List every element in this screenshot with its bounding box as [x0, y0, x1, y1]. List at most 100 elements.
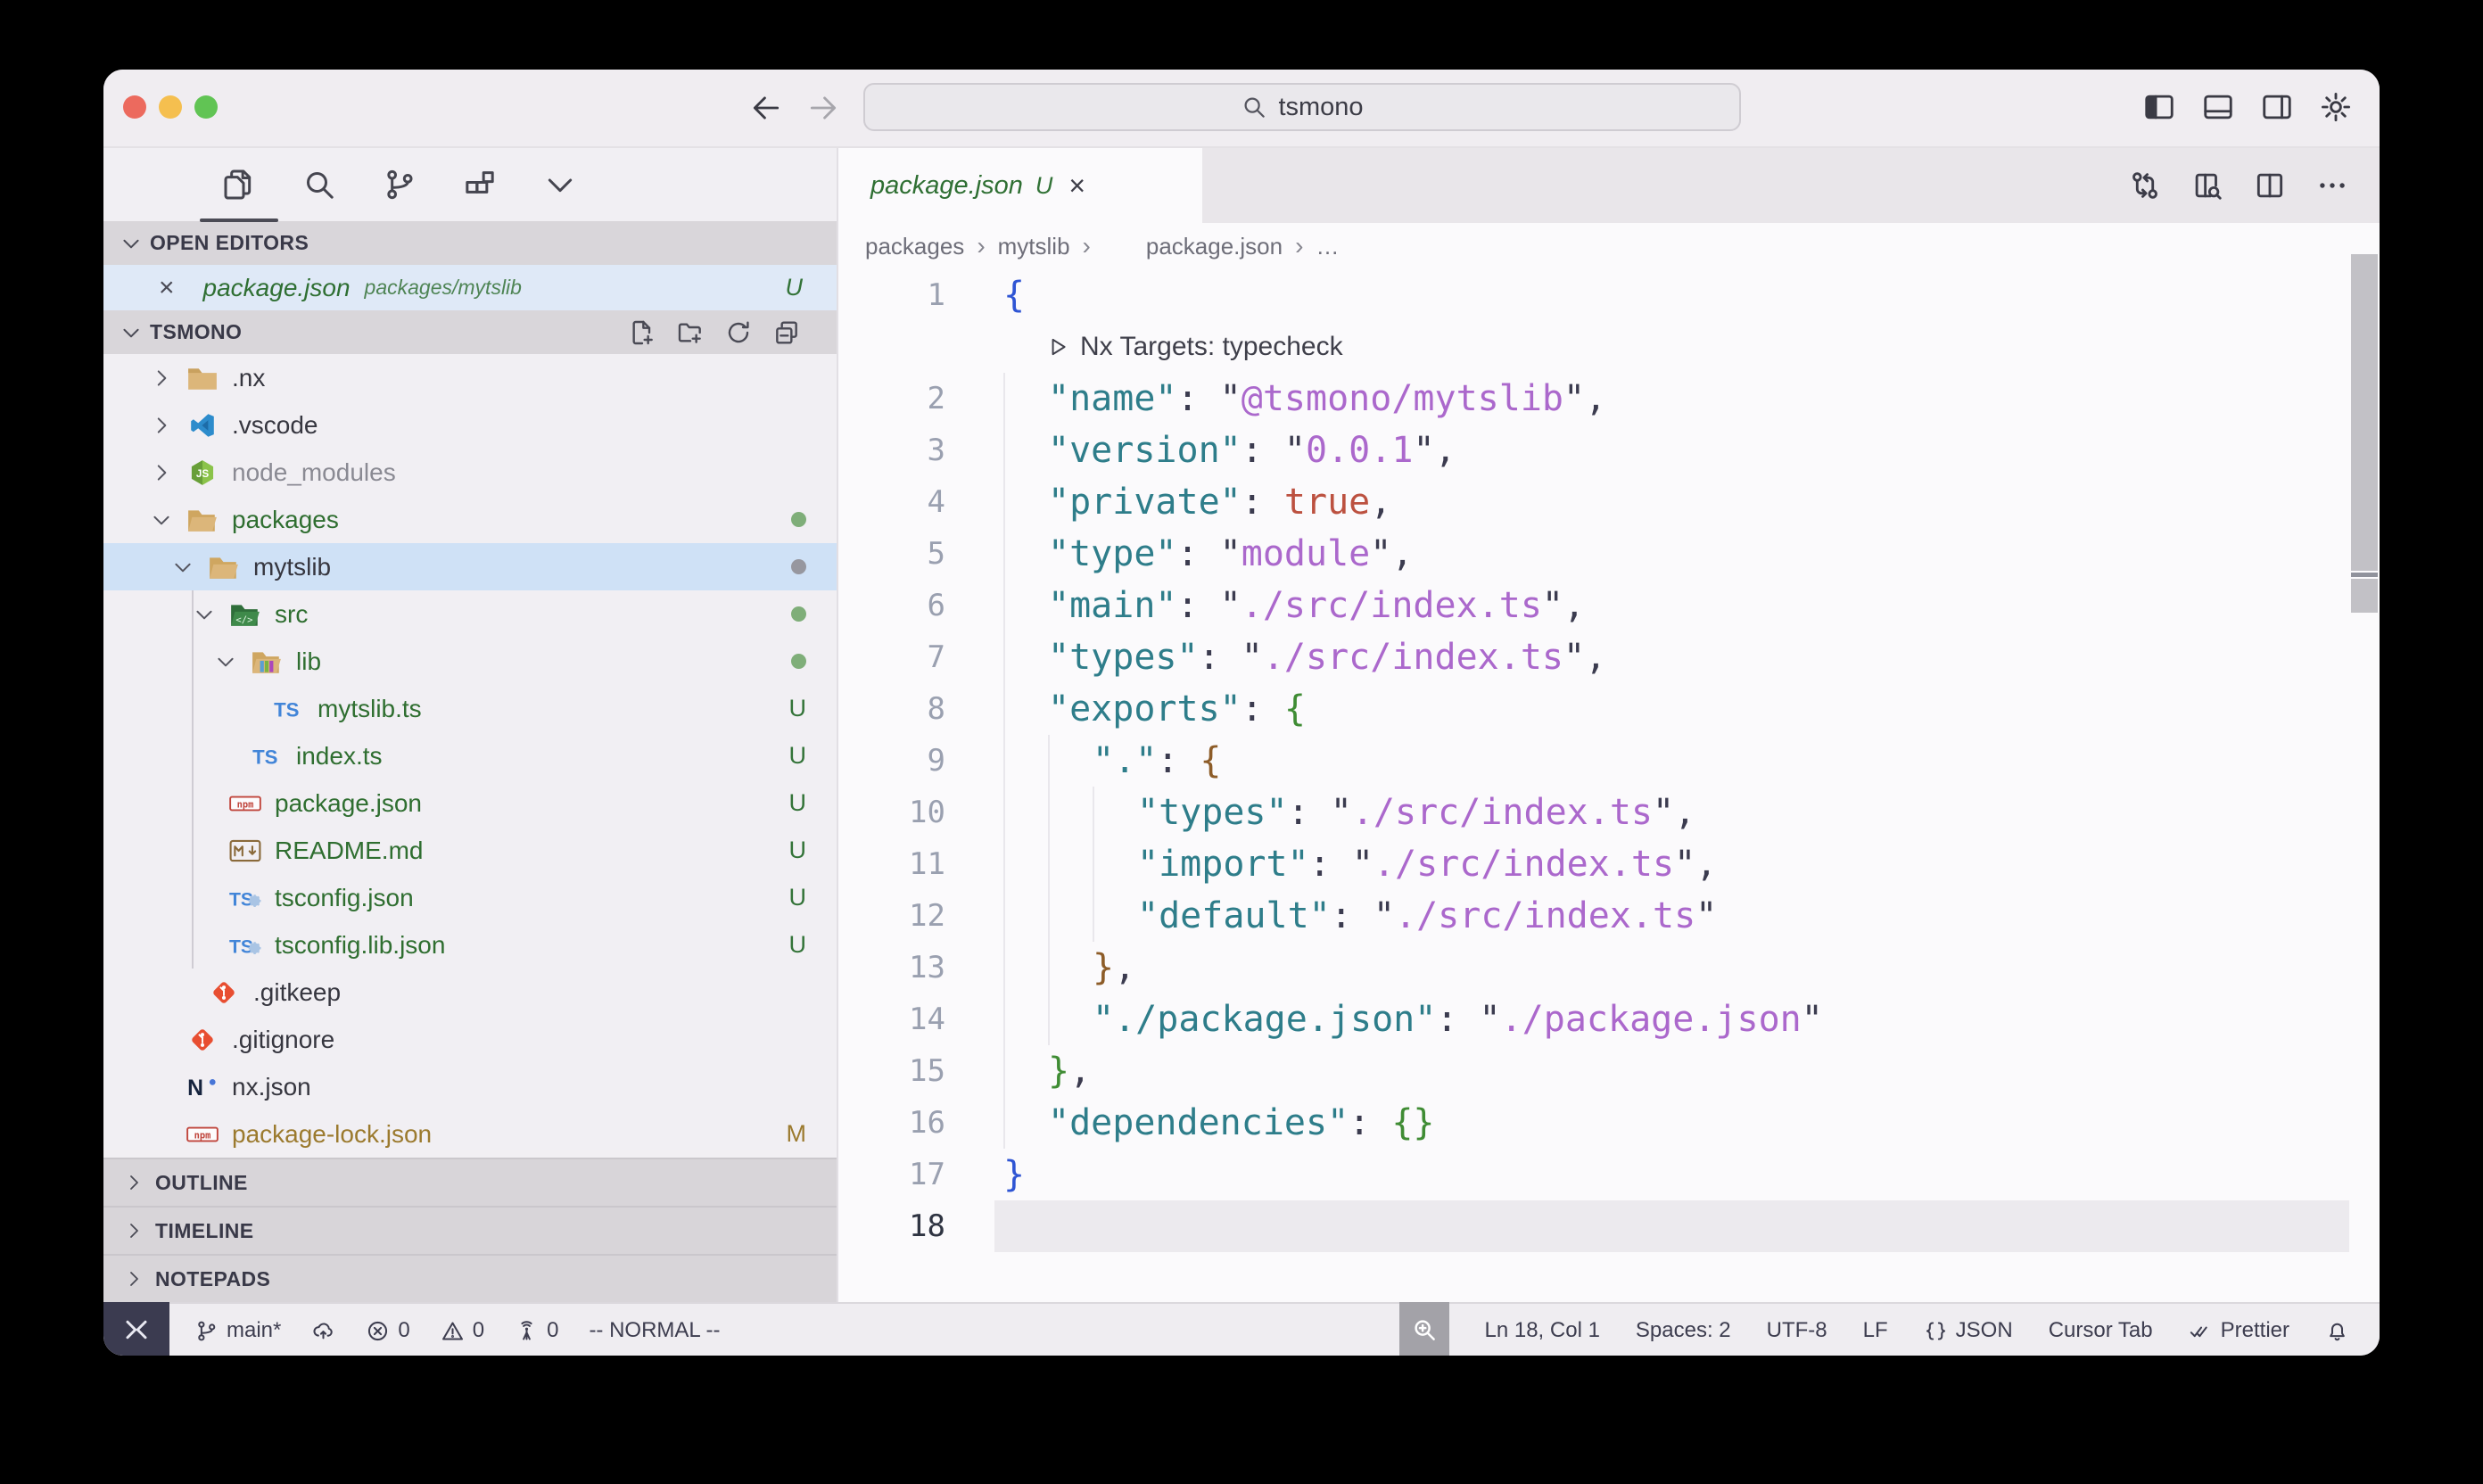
status-item-ln-18-col-1[interactable]: Ln 18, Col 1: [1485, 1318, 1600, 1343]
preview-icon[interactable]: [2190, 169, 2224, 202]
new-file-icon[interactable]: [628, 318, 656, 347]
gear-icon[interactable]: [2319, 90, 2353, 124]
tree-item-nx-json[interactable]: Nnx.json: [103, 1063, 837, 1110]
code-line-12[interactable]: 12"default": "./src/index.ts": [838, 890, 2380, 942]
activity-search-icon[interactable]: [301, 167, 337, 202]
scrollbar-block: [2351, 579, 2378, 613]
zoom-window-button[interactable]: [194, 95, 218, 119]
status-item-prettier[interactable]: Prettier: [2189, 1318, 2289, 1343]
zoom-button[interactable]: [1399, 1302, 1449, 1356]
code-line-10[interactable]: 10"types": "./src/index.ts",: [838, 787, 2380, 838]
activity-extensions-icon[interactable]: [462, 167, 498, 202]
forward-arrow-icon[interactable]: [806, 91, 840, 125]
chevron-down-icon[interactable]: [191, 601, 218, 628]
chevron-right-icon[interactable]: [148, 459, 175, 486]
tree-item-index-ts[interactable]: TSindex.tsU: [103, 732, 837, 779]
panel-header-outline[interactable]: OUTLINE: [103, 1158, 837, 1206]
code-viewport[interactable]: 1{Nx Targets: typecheck2"name": "@tsmono…: [838, 269, 2380, 1302]
panel-bottom-icon[interactable]: [2201, 90, 2235, 124]
remote-indicator[interactable]: [103, 1302, 169, 1356]
activity-source-control-icon[interactable]: [382, 167, 417, 202]
tree-item-lib[interactable]: lib: [103, 638, 837, 685]
status-item-main[interactable]: main*: [194, 1318, 281, 1343]
tree-item-package-lock-json[interactable]: npmpackage-lock.jsonM: [103, 1110, 837, 1158]
status-item-spaces-2[interactable]: Spaces: 2: [1636, 1318, 1731, 1343]
code-line-5[interactable]: 5"type": "module",: [838, 528, 2380, 580]
status-item-0[interactable]: 0: [366, 1318, 409, 1343]
panel-header-notepads[interactable]: NOTEPADS: [103, 1254, 837, 1302]
compare-icon[interactable]: [2128, 169, 2162, 202]
breadcrumb-segment-[interactable]: …: [1316, 233, 1339, 260]
breadcrumb-segment-package-json[interactable]: package.json: [1103, 233, 1283, 260]
chevron-right-icon[interactable]: [148, 412, 175, 439]
code-line-15[interactable]: 15},: [838, 1045, 2380, 1097]
status-item-0[interactable]: 0: [515, 1318, 558, 1343]
chevron-right-icon[interactable]: [148, 365, 175, 392]
tree-item-vscode[interactable]: .vscode: [103, 401, 837, 449]
code-line-4[interactable]: 4"private": true,: [838, 476, 2380, 528]
breadcrumb-segment-mytslib[interactable]: mytslib: [998, 233, 1070, 260]
status-item-bell-icon[interactable]: [2325, 1319, 2349, 1343]
codelens-nx-targets[interactable]: Nx Targets: typecheck: [838, 321, 2380, 373]
panel-right-icon[interactable]: [2260, 90, 2294, 124]
status-item-normal[interactable]: -- NORMAL --: [589, 1318, 720, 1343]
breadcrumb-segment-packages[interactable]: packages: [865, 233, 964, 260]
tree-item-src[interactable]: </>src: [103, 590, 837, 638]
tree-item-readme-md[interactable]: README.mdU: [103, 827, 837, 874]
ellipsis-icon[interactable]: [2315, 169, 2349, 202]
code-line-3[interactable]: 3"version": "0.0.1",: [838, 425, 2380, 476]
panel-header-timeline[interactable]: TIMELINE: [103, 1206, 837, 1254]
tree-item-gitkeep[interactable]: .gitkeep: [103, 969, 837, 1016]
status-item-cloud-upload-icon[interactable]: [311, 1319, 335, 1343]
new-folder-icon[interactable]: [676, 318, 705, 347]
tree-item-nx[interactable]: .nx: [103, 354, 837, 401]
code-line-7[interactable]: 7"types": "./src/index.ts",: [838, 631, 2380, 683]
tab-close-icon[interactable]: ×: [1068, 171, 1085, 200]
code-line-14[interactable]: 14"./package.json": "./package.json": [838, 993, 2380, 1045]
minimize-window-button[interactable]: [159, 95, 182, 119]
tree-item-tsconfig-lib-json[interactable]: TStsconfig.lib.jsonU: [103, 921, 837, 969]
chevron-down-icon[interactable]: [169, 554, 196, 581]
code-line-6[interactable]: 6"main": "./src/index.ts",: [838, 580, 2380, 631]
code-line-8[interactable]: 8"exports": {: [838, 683, 2380, 735]
close-window-button[interactable]: [123, 95, 146, 119]
open-editor-item[interactable]: × npm package.json packages/mytslib U: [103, 265, 837, 310]
activity-explorer-icon[interactable]: [221, 167, 257, 202]
code-line-13[interactable]: 13},: [838, 942, 2380, 993]
code-line-17[interactable]: 17}: [838, 1149, 2380, 1200]
collapse-all-icon[interactable]: [772, 318, 801, 347]
code-line-2[interactable]: 2"name": "@tsmono/mytslib",: [838, 373, 2380, 425]
tree-item-mytslib-ts[interactable]: TSmytslib.tsU: [103, 685, 837, 732]
split-editor-icon[interactable]: [2253, 169, 2287, 202]
scrollbar-thumb[interactable]: [2351, 254, 2378, 571]
close-icon[interactable]: ×: [159, 275, 175, 301]
chevron-down-icon[interactable]: [212, 648, 239, 675]
tree-item-tsconfig-json[interactable]: TStsconfig.jsonU: [103, 874, 837, 921]
activity-chevron-down-icon[interactable]: [542, 167, 578, 202]
status-item-0[interactable]: 0: [441, 1318, 484, 1343]
chevron-down-icon[interactable]: [148, 507, 175, 533]
status-item-cursor-tab[interactable]: Cursor Tab: [2049, 1318, 2153, 1343]
tree-item-gitignore[interactable]: .gitignore: [103, 1016, 837, 1063]
open-editors-header[interactable]: OPEN EDITORS: [103, 221, 837, 265]
tree-item-mytslib[interactable]: mytslib: [103, 543, 837, 590]
vertical-scrollbar[interactable]: [2351, 254, 2378, 613]
status-item-json[interactable]: JSON: [1924, 1318, 2013, 1343]
tree-item-node-modules[interactable]: JSnode_modules: [103, 449, 837, 496]
code-line-16[interactable]: 16"dependencies": {}: [838, 1097, 2380, 1149]
status-item-lf[interactable]: LF: [1863, 1318, 1888, 1343]
status-item-utf-8[interactable]: UTF-8: [1767, 1318, 1827, 1343]
refresh-icon[interactable]: [724, 318, 753, 347]
code-line-18[interactable]: 18: [838, 1200, 2380, 1252]
tab-package-json[interactable]: npm package.json U ×: [838, 148, 1202, 223]
workspace-header[interactable]: TSMONO: [103, 310, 837, 354]
tree-item-packages[interactable]: packages: [103, 496, 837, 543]
panel-left-icon[interactable]: [2142, 90, 2176, 124]
code-line-9[interactable]: 9".": {: [838, 735, 2380, 787]
code-line-1[interactable]: 1{: [838, 269, 2380, 321]
tree-item-package-json[interactable]: npmpackage.jsonU: [103, 779, 837, 827]
tree-indent-guide: [192, 590, 194, 969]
back-arrow-icon[interactable]: [749, 91, 783, 125]
command-search-input[interactable]: tsmono: [863, 83, 1741, 131]
code-line-11[interactable]: 11"import": "./src/index.ts",: [838, 838, 2380, 890]
